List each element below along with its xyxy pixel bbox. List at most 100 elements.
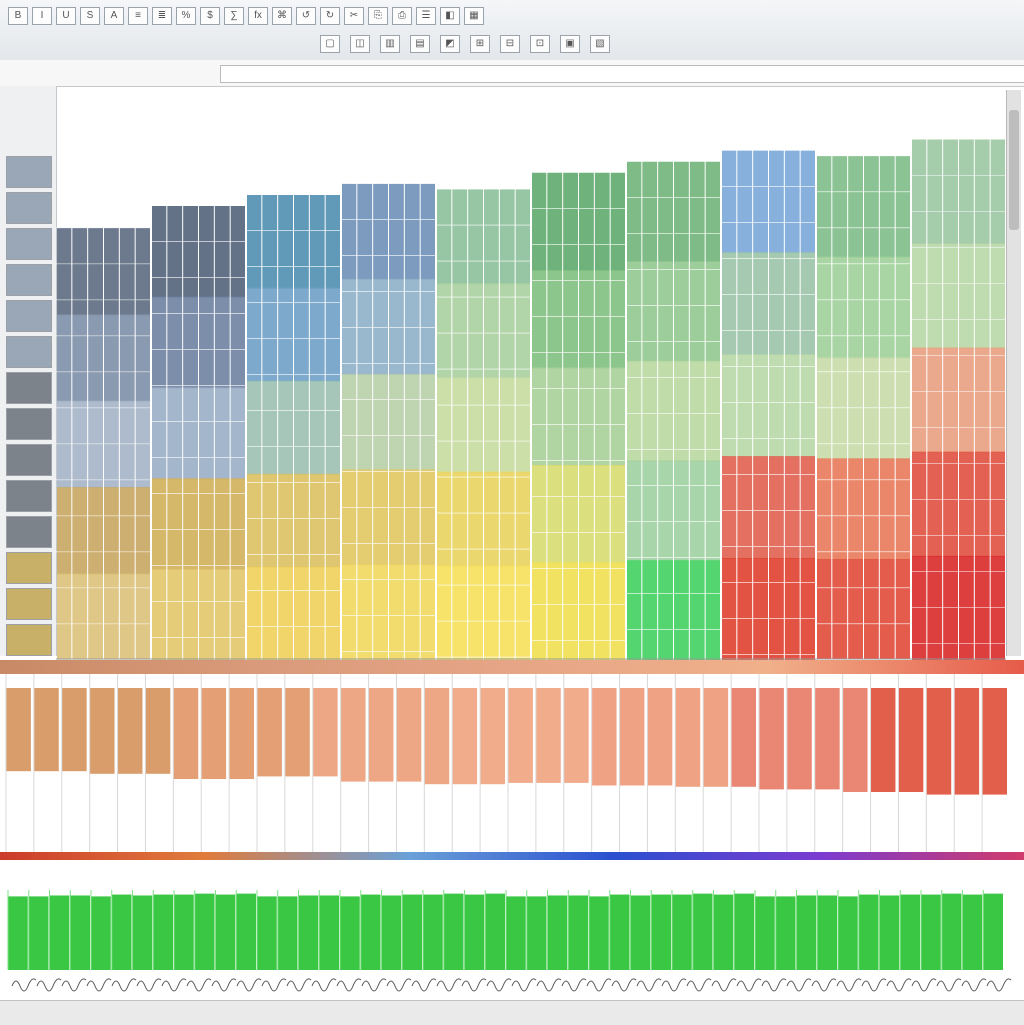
chart-bar [755, 896, 775, 970]
chart-bar [526, 896, 547, 970]
vertical-scrollbar[interactable] [1006, 90, 1021, 656]
axis-tick-label [61, 978, 87, 992]
toolbar-button[interactable]: B [8, 7, 28, 25]
middle-header-strip [0, 660, 1024, 674]
chart-bar [257, 896, 277, 970]
toolbar: B I U S A ≡ ≣% $ ∑ fx ⌘ ↺ ↻ ✂ ⎘ ⎙ ☰ ◧ ▦ ▢ ◫ ▥ ▤ ◩ ⊞ ⊟ ⊡ ▣ ▧ [0, 0, 1024, 61]
toolbar-button[interactable]: ↺ [296, 7, 316, 25]
axis-tick-label [911, 978, 937, 992]
toolbar-button[interactable]: ⊟ [500, 35, 520, 53]
chart-bar [132, 895, 153, 970]
toolbar-button[interactable]: ◫ [350, 35, 370, 53]
chart-bar [153, 894, 173, 970]
row-header-cell[interactable] [6, 372, 52, 404]
chart-bar [319, 895, 339, 970]
chart-bar [49, 895, 70, 970]
axis-tick-label [36, 978, 62, 992]
toolbar-button[interactable]: % [176, 7, 196, 25]
row-header-cell[interactable] [6, 588, 52, 620]
chart-bar [8, 896, 28, 970]
row-header-cell[interactable] [6, 156, 52, 188]
toolbar-button[interactable]: ⎘ [368, 7, 388, 25]
toolbar-button[interactable]: S [80, 7, 100, 25]
chart-bar [713, 894, 734, 970]
axis-tick-label [286, 978, 312, 992]
toolbar-button[interactable]: ∑ [224, 7, 244, 25]
lower-bar-chart [7, 890, 1003, 970]
toolbar-button[interactable]: ▣ [560, 35, 580, 53]
toolbar-button[interactable]: $ [200, 7, 220, 25]
formula-input[interactable] [220, 65, 1024, 83]
toolbar-button[interactable]: ⊡ [530, 35, 550, 53]
chart-bar [424, 688, 450, 785]
chart-bar [464, 894, 485, 970]
row-header-cell[interactable] [6, 228, 52, 260]
toolbar-button[interactable]: fx [248, 7, 268, 25]
toolbar-button[interactable]: ≣ [152, 7, 172, 25]
row-header-cell[interactable] [6, 444, 52, 476]
row-header-cell[interactable] [6, 480, 52, 512]
row-header-cell[interactable] [6, 624, 52, 656]
chart-bar [609, 894, 630, 970]
chart-bar [485, 893, 505, 970]
toolbar-button[interactable]: ▢ [320, 35, 340, 53]
row-header-cell[interactable] [6, 300, 52, 332]
toolbar-button[interactable]: ▦ [464, 7, 484, 25]
row-header-cell[interactable] [6, 552, 52, 584]
toolbar-button[interactable]: ▧ [590, 35, 610, 53]
toolbar-row-1: B I U S A ≡ ≣% $ ∑ fx ⌘ ↺ ↻ ✂ ⎘ ⎙ ☰ ◧ ▦ [0, 4, 1024, 26]
row-header-cell[interactable] [6, 516, 52, 548]
chart-bar [547, 895, 568, 970]
row-header-cell[interactable] [6, 264, 52, 296]
toolbar-button[interactable]: ⊞ [470, 35, 490, 53]
chart-bar [33, 688, 59, 772]
toolbar-button[interactable]: ⌘ [272, 7, 292, 25]
chart-bar [61, 688, 87, 772]
chart-bar [982, 688, 1007, 795]
axis-tick-label [436, 978, 462, 992]
chart-bar [194, 893, 215, 970]
axis-tick-label [961, 978, 987, 992]
chart-bar [954, 688, 980, 795]
chart-bar [117, 688, 143, 774]
axis-tick-label [986, 978, 1012, 992]
row-header-cell[interactable] [6, 408, 52, 440]
toolbar-button[interactable]: ◧ [440, 7, 460, 25]
row-header-cell[interactable] [6, 192, 52, 224]
chart-bar [508, 688, 533, 783]
toolbar-button[interactable]: ◩ [440, 35, 460, 53]
chart-bar [675, 688, 701, 787]
axis-tick-label [386, 978, 412, 992]
chart-bar [506, 896, 526, 970]
chart-bar [926, 688, 952, 795]
toolbar-button[interactable]: A [104, 7, 124, 25]
axis-tick-label [611, 978, 637, 992]
toolbar-button[interactable]: ⎙ [392, 7, 412, 25]
toolbar-button[interactable]: ▤ [410, 35, 430, 53]
scrollbar-thumb[interactable] [1009, 110, 1019, 230]
chart-bar [983, 893, 1003, 970]
lower-header-strip [0, 852, 1024, 860]
chart-bar [284, 688, 310, 777]
toolbar-button[interactable]: ✂ [344, 7, 364, 25]
axis-tick-label [736, 978, 762, 992]
chart-bar [340, 896, 360, 970]
axis-tick-label [311, 978, 337, 992]
chart-bar [842, 688, 868, 792]
chart-bar [786, 688, 812, 790]
toolbar-button[interactable]: ☰ [416, 7, 436, 25]
row-header-cell[interactable] [6, 336, 52, 368]
axis-tick-label [86, 978, 112, 992]
toolbar-button[interactable]: ▥ [380, 35, 400, 53]
toolbar-button[interactable]: U [56, 7, 76, 25]
toolbar-button[interactable]: ↻ [320, 7, 340, 25]
chart-bar [312, 688, 338, 777]
chart-bar [817, 895, 837, 970]
axis-tick-label [186, 978, 212, 992]
toolbar-button[interactable]: I [32, 7, 52, 25]
toolbar-button[interactable]: ≡ [128, 7, 148, 25]
chart-bar [229, 688, 254, 779]
chart-bar [921, 894, 941, 970]
chart-bar [703, 688, 729, 787]
axis-tick-label [261, 978, 287, 992]
